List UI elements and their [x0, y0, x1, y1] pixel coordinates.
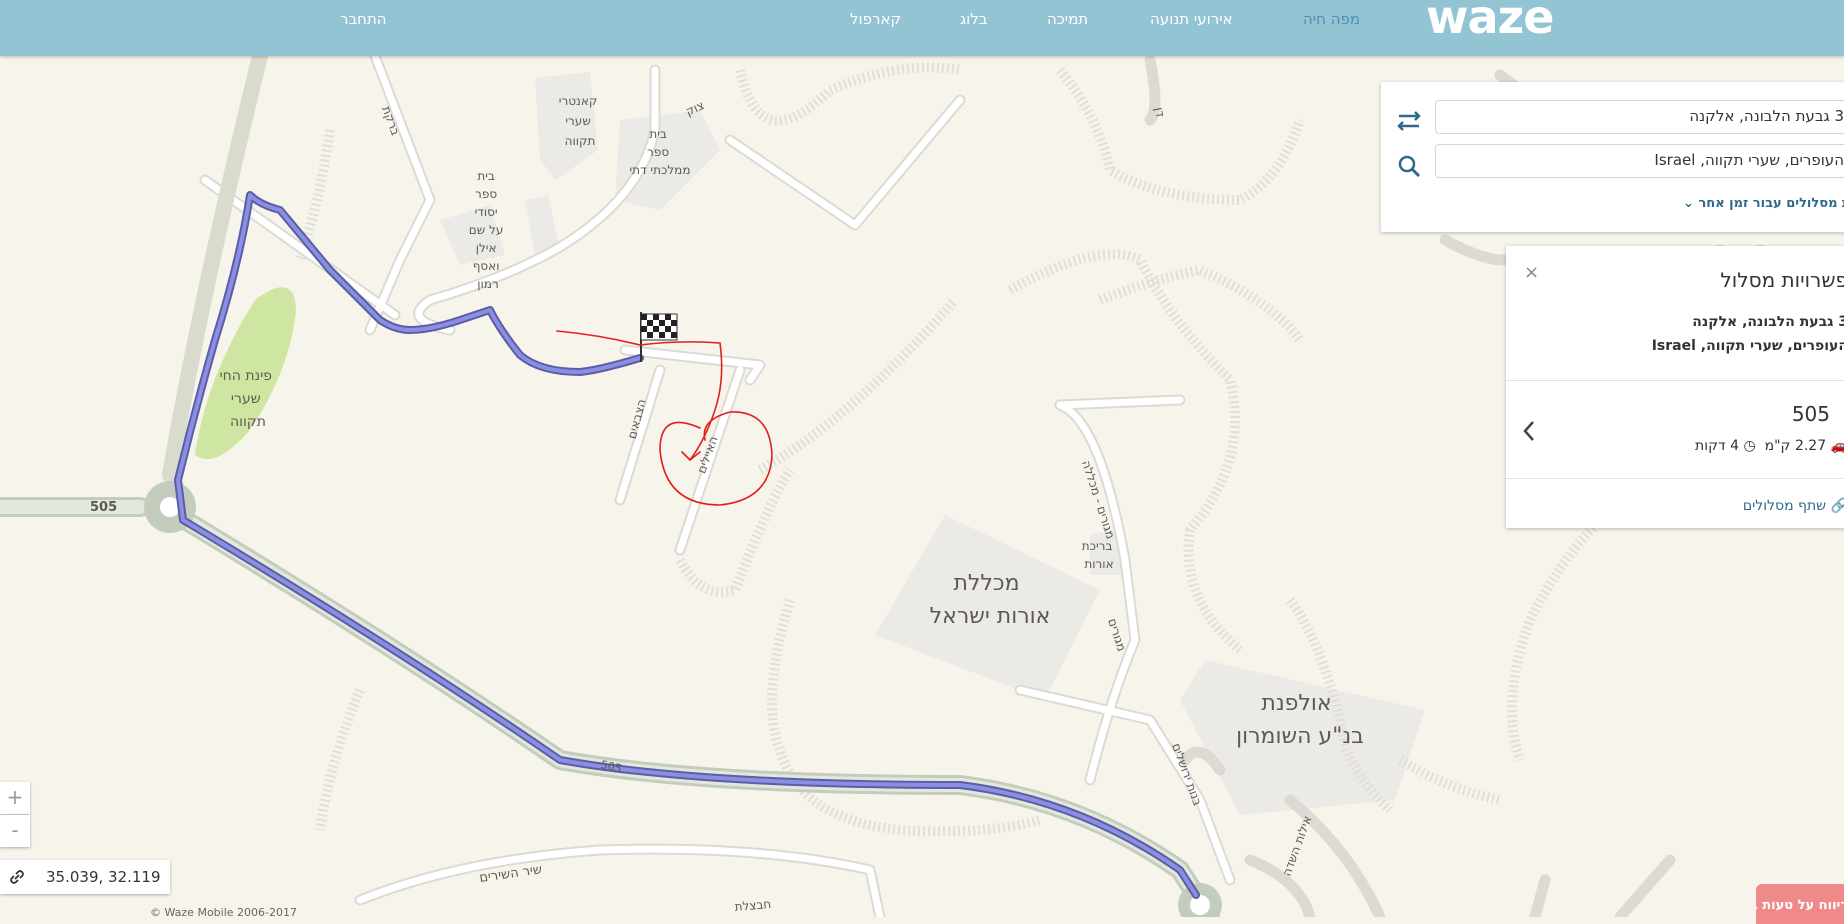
connect-link[interactable]: התחבר	[340, 10, 387, 28]
search-icon[interactable]	[1397, 154, 1421, 178]
route-distance: 2.27 ק"מ	[1764, 438, 1827, 454]
route-info: 🚗 2.27 ק"מ ◷ 4 דקות	[1695, 438, 1844, 454]
origin-text: 3 גבעת הלבונה, אלקנה	[1689, 107, 1844, 125]
panel-title: פשרויות מסלול	[1720, 268, 1844, 292]
route-time: 4 דקות	[1695, 438, 1740, 454]
copyright-text: © Waze Mobile 2006-2017	[150, 906, 297, 919]
other-time-routes-link[interactable]: קת מסלולים עבור זמן אחר ⌄	[1683, 196, 1844, 211]
waze-logo[interactable]: waze	[1426, 0, 1555, 44]
zoom-in-button[interactable]: +	[0, 782, 30, 814]
coordinates-box: 35.039, 32.119	[0, 860, 170, 894]
nav-traffic-events[interactable]: אירועי תנועה	[1150, 10, 1233, 28]
directions-panel: 3 גבעת הלבונה, אלקנה העופרים, שערי תקווה…	[1381, 82, 1844, 232]
top-header: קארפול בלוג תמיכה אירועי תנועה מפה חיה w…	[0, 0, 1844, 56]
origin-field[interactable]: 3 גבעת הלבונה, אלקנה	[1435, 100, 1844, 134]
coordinates-text: 35.039, 32.119	[46, 868, 161, 886]
road-label-505: 505	[90, 500, 117, 515]
car-icon: 🚗	[1830, 438, 1844, 454]
destination-field[interactable]: העופרים, שערי תקווה, Israel	[1435, 144, 1844, 178]
route-name[interactable]: 505	[1792, 402, 1830, 426]
route-from: 3 גבעת הלבונה, אלקנה	[1692, 314, 1844, 330]
nav-blog[interactable]: בלוג	[960, 10, 987, 28]
link-icon: 🔗	[1830, 498, 1844, 514]
nav-carpool[interactable]: קארפול	[850, 10, 901, 28]
swap-icon[interactable]	[1395, 110, 1423, 132]
route-to: העופרים, שערי תקווה, Israel	[1651, 338, 1844, 354]
chevron-down-icon: ⌄	[1683, 196, 1694, 211]
report-map-error-button[interactable]: דיווח על טעות במפה	[1756, 884, 1844, 924]
route-options-panel: פשרויות מסלול × 3 גבעת הלבונה, אלקנה העו…	[1506, 246, 1844, 528]
close-icon[interactable]: ×	[1524, 262, 1539, 283]
chevron-left-icon[interactable]	[1522, 420, 1536, 442]
destination-text: העופרים, שערי תקווה, Israel	[1654, 151, 1844, 169]
nav-live-map[interactable]: מפה חיה	[1303, 10, 1360, 28]
link-icon[interactable]	[8, 868, 26, 886]
zoom-out-button[interactable]: -	[0, 815, 30, 847]
nav-support[interactable]: תמיכה	[1047, 10, 1088, 28]
clock-icon: ◷	[1743, 438, 1756, 454]
share-routes-link[interactable]: 🔗 שתף מסלולים	[1743, 498, 1844, 514]
